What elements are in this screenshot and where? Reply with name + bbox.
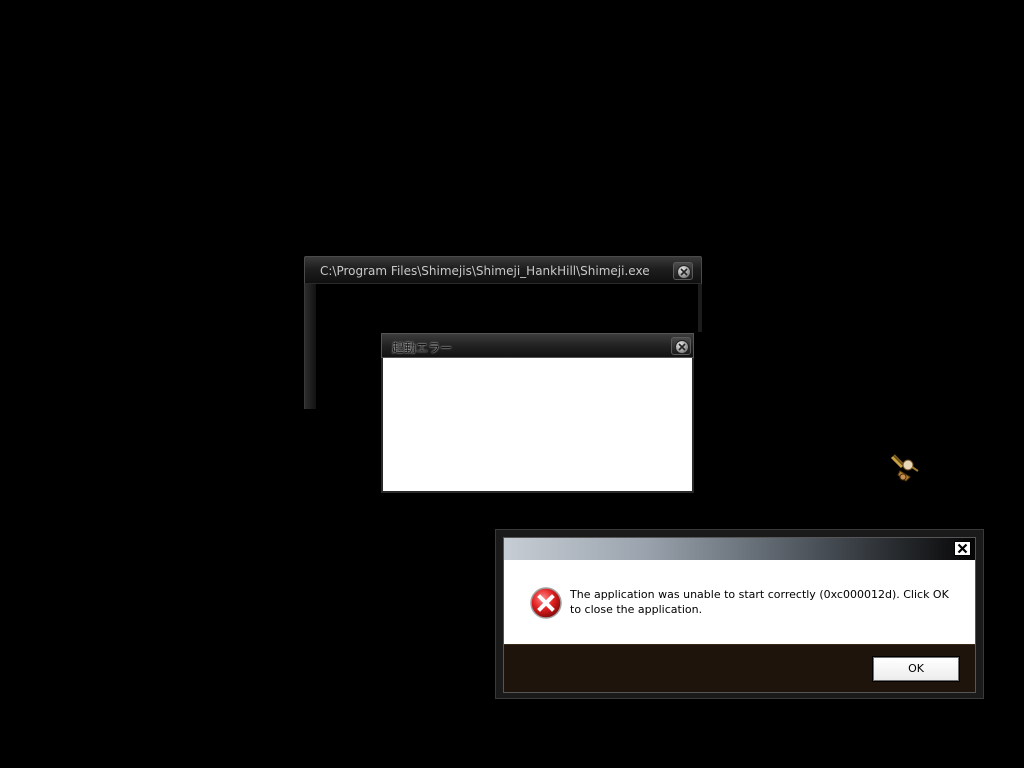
dialog-message: The application was unable to start corr… bbox=[570, 588, 949, 616]
shimeji-figure-icon[interactable] bbox=[888, 451, 922, 485]
dialog-message-area: The application was unable to start corr… bbox=[504, 560, 975, 644]
startup-error-window: 起動エラー bbox=[381, 333, 694, 493]
dialog-titlebar[interactable] bbox=[504, 538, 975, 560]
error-icon bbox=[529, 586, 563, 620]
dialog-close-button[interactable] bbox=[954, 541, 971, 556]
console-titlebar[interactable]: C:\Program Files\Shimejis\Shimeji_HankHi… bbox=[304, 256, 702, 284]
desktop: C:\Program Files\Shimejis\Shimeji_HankHi… bbox=[0, 0, 1024, 768]
startup-error-title: 起動エラー bbox=[392, 341, 453, 355]
close-icon bbox=[957, 543, 968, 554]
ok-button[interactable]: OK bbox=[872, 656, 960, 682]
console-left-border bbox=[304, 284, 316, 409]
close-icon bbox=[677, 265, 691, 279]
startup-error-body bbox=[381, 358, 694, 493]
dialog-button-bar: OK bbox=[504, 644, 975, 692]
startup-error-close-button[interactable] bbox=[671, 337, 691, 355]
application-error-dialog: The application was unable to start corr… bbox=[495, 529, 984, 699]
startup-error-titlebar[interactable]: 起動エラー bbox=[381, 333, 694, 358]
console-right-border bbox=[698, 284, 702, 332]
console-close-button[interactable] bbox=[673, 262, 693, 280]
dialog-inner-frame: The application was unable to start corr… bbox=[503, 537, 976, 693]
console-window-title: C:\Program Files\Shimejis\Shimeji_HankHi… bbox=[320, 264, 650, 278]
close-icon bbox=[675, 340, 689, 354]
